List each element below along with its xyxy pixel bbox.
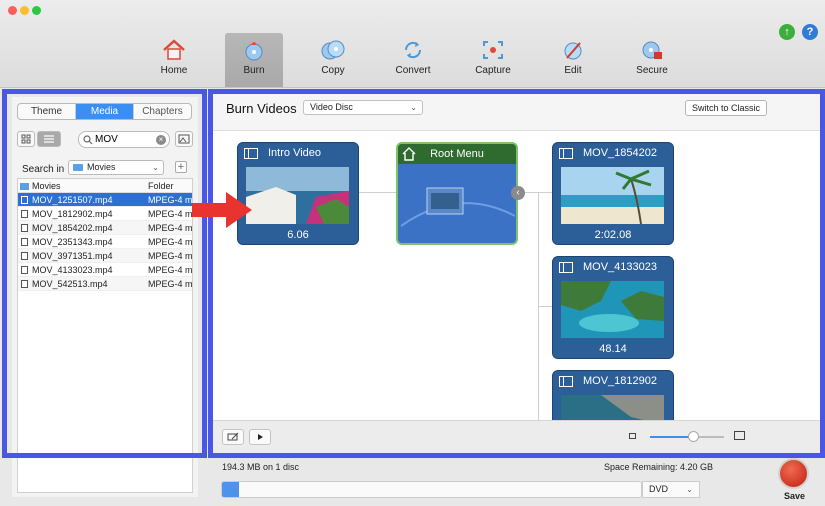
save-label: Save <box>784 491 806 501</box>
home-icon <box>163 39 185 60</box>
toolbar-copy-button[interactable]: Copy <box>304 33 362 87</box>
capture-icon <box>483 41 503 59</box>
convert-icon <box>404 41 422 59</box>
disc-size-text: 194.3 MB on 1 disc <box>222 462 300 472</box>
toolbar: Home Burn Copy Convert Capture Edit Secu… <box>0 0 825 88</box>
secure-disc-icon <box>642 41 662 59</box>
capacity-fill <box>222 482 239 497</box>
toolbar-home-label: Home <box>160 65 188 76</box>
save-button[interactable] <box>778 458 809 489</box>
toolbar-secure-button[interactable]: Secure <box>623 33 681 87</box>
toolbar-edit-button[interactable]: Edit <box>544 33 602 87</box>
toolbar-copy-label: Copy <box>321 65 345 76</box>
capacity-bar <box>221 481 642 498</box>
toolbar-convert-label: Convert <box>395 65 431 76</box>
help-button[interactable]: ? <box>802 24 818 40</box>
window-minimize-button[interactable] <box>20 6 29 15</box>
toolbar-secure-label: Secure <box>636 65 668 76</box>
update-arrow-icon[interactable]: ↑ <box>779 24 795 40</box>
media-type-value: DVD <box>649 484 669 494</box>
edit-icon <box>564 42 582 60</box>
toolbar-edit-label: Edit <box>564 65 582 76</box>
toolbar-capture-label: Capture <box>475 65 511 76</box>
space-remaining-text: Space Remaining: 4.20 GB <box>604 462 714 472</box>
toolbar-burn-button[interactable]: Burn <box>225 33 283 87</box>
toolbar-home-button[interactable]: Home <box>145 33 203 87</box>
window-zoom-button[interactable] <box>32 6 41 15</box>
sidebar-highlight-outline <box>2 89 207 458</box>
chevron-down-icon: ⌄ <box>686 485 693 494</box>
window-close-button[interactable] <box>8 6 17 15</box>
main-highlight-outline <box>208 89 825 458</box>
media-type-select[interactable]: DVD ⌄ <box>642 481 700 498</box>
toolbar-convert-button[interactable]: Convert <box>384 33 442 87</box>
pointer-arrow-icon <box>192 192 252 228</box>
copy-discs-icon <box>321 40 345 60</box>
toolbar-burn-label: Burn <box>243 65 265 76</box>
toolbar-capture-button[interactable]: Capture <box>464 33 522 87</box>
burn-disc-icon <box>245 42 263 61</box>
